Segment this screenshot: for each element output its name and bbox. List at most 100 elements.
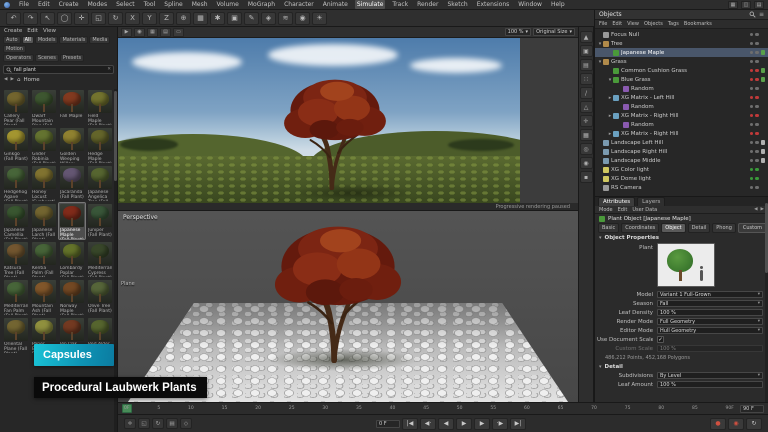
- asset-item[interactable]: Juniper (Fall Plant): [87, 203, 113, 239]
- object-tree-row[interactable]: Random: [595, 120, 768, 129]
- menu-item[interactable]: Sketch: [445, 0, 469, 9]
- lock-icon[interactable]: ▪: [580, 171, 593, 183]
- editor-visibility-dot[interactable]: [750, 51, 754, 55]
- current-frame-field[interactable]: 0 F: [376, 420, 400, 428]
- asset-filter-chip[interactable]: Media: [89, 36, 110, 44]
- perspective-viewport[interactable]: Perspective Plane: [118, 211, 578, 402]
- field-value-dropdown[interactable]: Full Geometry ▾: [657, 318, 763, 325]
- render-visibility-dot[interactable]: [755, 33, 759, 37]
- editor-visibility-dot[interactable]: [750, 123, 754, 127]
- asset-item[interactable]: Olive Tree (Fall Plant): [87, 279, 113, 315]
- editor-visibility-dot[interactable]: [750, 132, 754, 136]
- editor-visibility-dot[interactable]: [750, 42, 754, 46]
- object-tag-icon[interactable]: [761, 86, 766, 91]
- property-tab[interactable]: Object: [661, 223, 685, 233]
- object-tree-row[interactable]: Common Cushion Grass: [595, 66, 768, 75]
- render-visibility-dot[interactable]: [755, 132, 759, 136]
- editor-visibility-dot[interactable]: [750, 105, 754, 109]
- object-tag-icon[interactable]: [761, 32, 766, 37]
- object-tree-row[interactable]: Focus Null: [595, 30, 768, 39]
- menu-item[interactable]: Simulate: [355, 0, 386, 9]
- object-tag-icon[interactable]: [761, 149, 766, 154]
- object-manager-menu-item[interactable]: Objects: [644, 21, 663, 27]
- render-visibility-dot[interactable]: [755, 150, 759, 154]
- object-tree-row[interactable]: Random: [595, 84, 768, 93]
- object-tag-icon[interactable]: [761, 185, 766, 190]
- asset-item[interactable]: Fall Maple: [59, 89, 85, 125]
- object-name[interactable]: XG Dome light: [611, 176, 748, 182]
- property-tab[interactable]: Detail: [688, 223, 711, 233]
- editor-visibility-dot[interactable]: [750, 168, 754, 172]
- asset-filter-chip[interactable]: Models: [35, 36, 59, 44]
- menu-item[interactable]: Volume: [215, 0, 241, 9]
- editor-visibility-dot[interactable]: [750, 159, 754, 163]
- object-name[interactable]: Random: [631, 104, 748, 110]
- use-document-scale-checkbox[interactable]: ✓: [657, 336, 664, 343]
- asset-browser-menu-item[interactable]: View: [43, 28, 56, 34]
- asset-item[interactable]: Field Maple (Fall Plant): [87, 89, 113, 125]
- asset-filter-chip[interactable]: Scenes: [35, 54, 59, 62]
- object-tree-row[interactable]: ▸ XG Matrix - Right Hill: [595, 111, 768, 120]
- object-name[interactable]: XG Matrix - Right Hill: [621, 113, 748, 119]
- attribute-menu-item[interactable]: Mode: [599, 207, 613, 213]
- back-icon[interactable]: ◀: [4, 77, 7, 82]
- move-tool-icon[interactable]: ✛: [74, 12, 89, 25]
- texture-mode-icon[interactable]: ▤: [580, 59, 593, 71]
- clear-search-icon[interactable]: ✕: [107, 67, 111, 72]
- object-tree-row[interactable]: XG Dome light: [595, 174, 768, 183]
- editor-visibility-dot[interactable]: [750, 177, 754, 181]
- light-icon[interactable]: ☀: [312, 12, 327, 25]
- asset-item[interactable]: Hedge Maple (Fall Plant): [87, 127, 113, 163]
- object-name[interactable]: Random: [631, 86, 748, 92]
- model-mode-icon[interactable]: ▣: [580, 45, 593, 57]
- object-name[interactable]: XG Matrix - Right Hill: [621, 131, 748, 137]
- asset-item[interactable]: Katsura Tree (Fall Plant): [3, 241, 29, 277]
- property-tab[interactable]: Coordinates: [621, 223, 659, 233]
- object-tag-icon[interactable]: [761, 176, 766, 181]
- object-name[interactable]: Focus Null: [611, 32, 748, 38]
- object-manager-menu-item[interactable]: View: [627, 21, 639, 27]
- object-tree-row[interactable]: ▾ Grass: [595, 57, 768, 66]
- asset-browser-menu-item[interactable]: Edit: [27, 28, 38, 34]
- render-visibility-dot[interactable]: [755, 96, 759, 100]
- asset-item[interactable]: Japanese Larch (Fall Plant): [31, 203, 57, 239]
- object-name[interactable]: Landscape Middle: [611, 158, 748, 164]
- render-visibility-dot[interactable]: [755, 105, 759, 109]
- custom-button[interactable]: Custom: [738, 223, 767, 233]
- editor-visibility-dot[interactable]: [750, 87, 754, 91]
- custom-scale-field[interactable]: 100 %: [657, 345, 763, 352]
- render-visibility-dot[interactable]: [755, 168, 759, 172]
- object-tag-icon[interactable]: [761, 104, 766, 109]
- axis-z-button[interactable]: Z: [159, 12, 174, 25]
- layout-split-icon[interactable]: ◫: [741, 1, 751, 9]
- asset-browser-menu-item[interactable]: Create: [4, 28, 22, 34]
- attribute-menu-item[interactable]: User Data: [632, 207, 657, 213]
- field-value-dropdown[interactable]: Hull Geometry ▾: [657, 327, 763, 334]
- asset-item[interactable]: Glider Robinia (Fall Plant): [31, 127, 57, 163]
- asset-item[interactable]: Callery Pear (Fall Plant): [3, 89, 29, 125]
- menu-item[interactable]: Modes: [86, 0, 109, 9]
- record-scale-icon[interactable]: ◱: [138, 418, 150, 429]
- asset-item[interactable]: Honey Locust 'Sunburst' (Fall Plant): [31, 165, 57, 201]
- axis-y-button[interactable]: Y: [142, 12, 157, 25]
- viewport-solo-icon[interactable]: ◉: [580, 157, 593, 169]
- object-tag-icon[interactable]: [761, 113, 766, 118]
- attribute-tab[interactable]: Layers: [637, 197, 665, 206]
- editor-visibility-dot[interactable]: [750, 141, 754, 145]
- object-tag-icon[interactable]: [761, 158, 766, 163]
- menu-item[interactable]: Tool: [142, 0, 158, 9]
- edges-mode-icon[interactable]: /: [580, 87, 593, 99]
- object-tag-icon[interactable]: [761, 95, 766, 100]
- viewport-label[interactable]: Perspective: [123, 214, 158, 221]
- loop-button[interactable]: ↻: [746, 418, 762, 430]
- next-frame-button[interactable]: ▶: [474, 418, 490, 430]
- menu-item[interactable]: File: [17, 0, 31, 9]
- object-name[interactable]: XG Color light: [611, 167, 748, 173]
- start-ipr-icon[interactable]: ▶: [121, 28, 132, 37]
- asset-item[interactable]: Golden Weeping Willow (Fall Plant): [59, 127, 85, 163]
- object-manager-menu-item[interactable]: File: [599, 21, 607, 27]
- object-tree-row[interactable]: Landscape Left Hill: [595, 138, 768, 147]
- goto-end-button[interactable]: ▶|: [510, 418, 526, 430]
- layout-rows-icon[interactable]: ▤: [754, 1, 764, 9]
- section-header[interactable]: ▾ Object Properties: [595, 233, 768, 242]
